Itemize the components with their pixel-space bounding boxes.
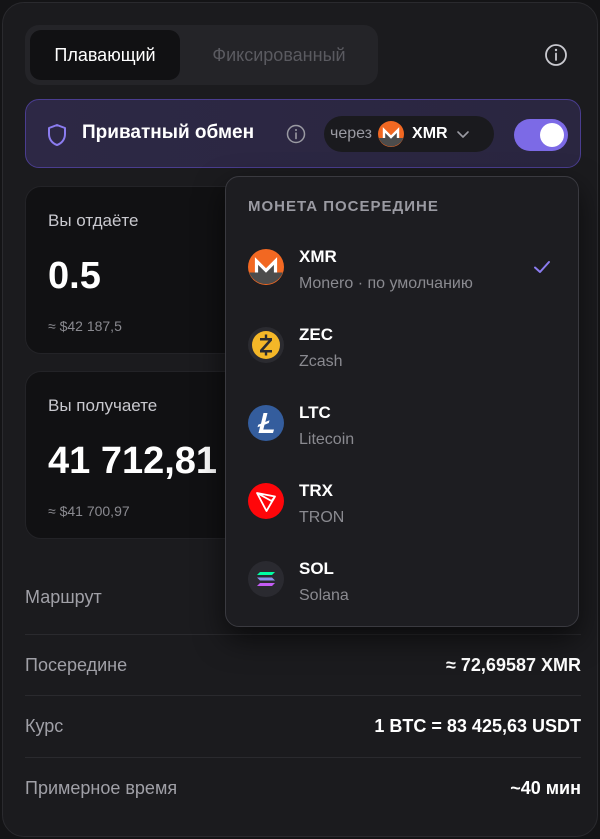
monero-icon <box>378 121 405 147</box>
coin-option-sol[interactable]: SOL Solana <box>226 551 578 629</box>
via-ticker: XMR <box>412 125 448 142</box>
coin-name: Zcash <box>299 353 343 370</box>
give-amount-input[interactable]: 0.5 <box>48 255 101 298</box>
coin-option-trx[interactable]: TRX TRON <box>226 473 578 551</box>
coin-name: Litecoin <box>299 431 355 448</box>
zcash-icon <box>248 327 284 363</box>
give-label: Вы отдаёте <box>48 211 139 230</box>
info-icon[interactable] <box>544 43 568 67</box>
coin-name: Monero · по умолчанию <box>299 275 473 292</box>
info-icon[interactable] <box>286 124 306 144</box>
route-label: Маршрут <box>25 587 102 607</box>
via-label: через <box>330 125 373 142</box>
tab-floating[interactable]: Плавающий <box>30 30 180 80</box>
coin-ticker: SOL <box>299 559 334 578</box>
monero-icon <box>248 249 284 285</box>
intermediate-label: Посередине <box>25 655 128 675</box>
shield-icon <box>48 124 66 146</box>
tron-icon <box>248 483 284 519</box>
tab-fixed[interactable]: Фиксированный <box>185 30 373 80</box>
rate-type-tabs: Плавающий Фиксированный <box>25 25 378 85</box>
coin-option-xmr[interactable]: XMR Monero · по умолчанию <box>226 239 578 317</box>
rate-value: 1 BTC = 83 425,63 USDT <box>374 716 581 736</box>
solana-icon <box>248 561 284 597</box>
give-usd-value: ≈ $42 187,5 <box>48 318 122 334</box>
coin-option-ltc[interactable]: LTC Litecoin <box>226 395 578 473</box>
intermediate-coin-selector[interactable]: через XMR <box>324 116 494 152</box>
chevron-down-icon <box>456 131 469 138</box>
coin-option-zec[interactable]: ZEC Zcash <box>226 317 578 395</box>
private-exchange-bar: Приватный обмен через XMR <box>25 99 581 168</box>
get-usd-value: ≈ $41 700,97 <box>48 503 130 519</box>
estimated-time-label: Примерное время <box>25 778 178 798</box>
dropdown-header: МОНЕТА ПОСЕРЕДИНЕ <box>248 198 439 215</box>
get-amount: 41 712,81 <box>48 440 218 482</box>
check-icon <box>534 261 550 273</box>
coin-ticker: XMR <box>299 247 337 266</box>
estimated-time-row: Примерное время ~40 мин <box>25 757 581 818</box>
intermediate-coin-dropdown: МОНЕТА ПОСЕРЕДИНЕ XMR Monero · по умолча… <box>225 176 579 627</box>
estimated-time-value: ~40 мин <box>510 778 581 798</box>
exchange-card: Плавающий Фиксированный Приватный обмен … <box>2 2 598 837</box>
coin-name: Solana <box>299 587 349 604</box>
intermediate-value: ≈ 72,69587 XMR <box>446 655 581 675</box>
rate-label: Курс <box>25 716 64 736</box>
toggle-knob <box>540 123 564 147</box>
coin-ticker: TRX <box>299 481 333 500</box>
rate-row: Курс 1 BTC = 83 425,63 USDT <box>25 695 581 756</box>
litecoin-icon <box>248 405 284 441</box>
coin-ticker: ZEC <box>299 325 333 344</box>
coin-name: TRON <box>299 509 345 526</box>
intermediate-row: Посередине ≈ 72,69587 XMR <box>25 634 581 695</box>
private-exchange-toggle[interactable] <box>514 119 568 151</box>
private-exchange-label: Приватный обмен <box>82 122 255 143</box>
get-label: Вы получаете <box>48 396 158 415</box>
coin-ticker: LTC <box>299 403 331 422</box>
